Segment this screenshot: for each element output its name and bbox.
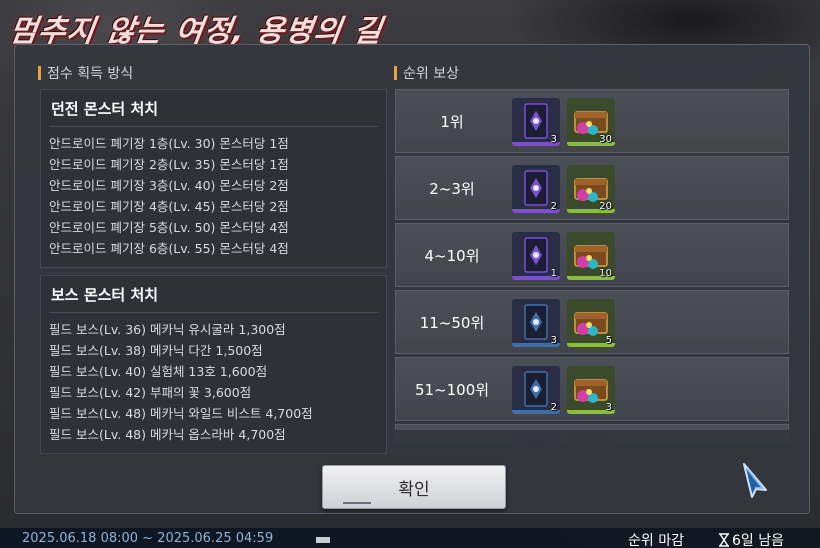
rank-row: 11~50위 3 5 [395, 290, 789, 354]
card-reward-icon[interactable]: 1 [512, 232, 560, 280]
period-mark [316, 537, 330, 543]
header-accent-bar [394, 66, 397, 80]
score-row: 안드로이드 폐기장 3층(Lv. 40) 몬스터당 2점 [49, 178, 289, 193]
list-fade [395, 430, 789, 444]
rank-label: 51~100위 [414, 380, 490, 399]
rank-label: 1위 [440, 112, 464, 131]
card-count: 1 [550, 268, 557, 279]
rank-row: 51~100위 2 3 [395, 357, 789, 421]
rank-label: 4~10위 [424, 246, 480, 265]
chest-reward-icon[interactable]: 20 [567, 165, 615, 213]
card-count: 2 [550, 402, 557, 413]
chest-count: 3 [605, 402, 612, 413]
score-row: 안드로이드 폐기장 5층(Lv. 50) 몬스터당 4점 [49, 220, 289, 235]
rank-label: 2~3위 [429, 179, 475, 198]
card-reward-icon[interactable]: 2 [512, 366, 560, 414]
remaining-time: 6일 남음 [718, 530, 784, 548]
card-count: 3 [550, 335, 557, 346]
dungeon-card: 던전 몬스터 처치 안드로이드 폐기장 1층(Lv. 30) 몬스터당 1점 안… [40, 89, 387, 268]
score-list[interactable]: 던전 몬스터 처치 안드로이드 폐기장 1층(Lv. 30) 몬스터당 1점 안… [40, 89, 387, 461]
card-reward-icon[interactable]: 3 [512, 299, 560, 347]
confirm-button-label: 확인 [398, 479, 430, 500]
rank-row: 1위 3 30 [395, 89, 789, 153]
chest-reward-icon[interactable]: 30 [567, 98, 615, 146]
rank-label: 11~50위 [419, 313, 485, 332]
card-count: 2 [550, 201, 557, 212]
score-row: 필드 보스(Lv. 40) 실험체 13호 1,600점 [49, 364, 268, 379]
score-row: 필드 보스(Lv. 48) 메카닉 와일드 비스트 4,700점 [49, 406, 313, 421]
score-row: 안드로이드 폐기장 1층(Lv. 30) 몬스터당 1점 [49, 136, 289, 151]
header-accent-bar [38, 66, 41, 80]
confirm-button[interactable]: 확인 [322, 465, 506, 509]
chest-count: 20 [599, 201, 612, 212]
chest-reward-icon[interactable]: 10 [567, 232, 615, 280]
score-row: 필드 보스(Lv. 38) 메카닉 다간 1,500점 [49, 343, 263, 358]
card-reward-icon[interactable]: 2 [512, 165, 560, 213]
pointer-cursor-icon [743, 463, 767, 498]
dungeon-card-title: 던전 몬스터 처치 [49, 98, 378, 127]
rank-section-title: 순위 보상 [403, 66, 459, 82]
score-section-title: 점수 획득 방식 [47, 66, 134, 82]
rank-row: 4~10위 1 10 [395, 223, 789, 287]
event-period: 2025.06.18 08:00 ~ 2025.06.25 04:59 [22, 531, 274, 546]
chest-count: 10 [599, 268, 612, 279]
boss-card: 보스 몬스터 처치 필드 보스(Lv. 36) 메카닉 유시굴라 1,300점 … [40, 275, 387, 454]
deadline-label: 순위 마감 [628, 533, 684, 548]
chest-reward-icon[interactable]: 3 [567, 366, 615, 414]
hourglass-icon [719, 533, 729, 547]
boss-card-title: 보스 몬스터 처치 [49, 284, 378, 313]
card-count: 3 [550, 134, 557, 145]
score-row: 필드 보스(Lv. 48) 메카닉 옵스라바 4,700점 [49, 427, 286, 442]
chest-reward-icon[interactable]: 5 [567, 299, 615, 347]
rank-section-header: 순위 보상 [394, 63, 459, 83]
chest-count: 5 [605, 335, 612, 346]
card-reward-icon[interactable]: 3 [512, 98, 560, 146]
score-row: 필드 보스(Lv. 36) 메카닉 유시굴라 1,300점 [49, 322, 286, 337]
rank-reward-list[interactable]: 1위 3 30 2~3위 2 20 4~10위 1 10 11~50위 3 5 51~100위 2 3 [395, 89, 789, 444]
score-row: 필드 보스(Lv. 42) 부패의 꽃 3,600점 [49, 385, 252, 400]
score-row: 안드로이드 폐기장 6층(Lv. 55) 몬스터당 4점 [49, 241, 289, 256]
score-row: 안드로이드 폐기장 4층(Lv. 45) 몬스터당 2점 [49, 199, 289, 214]
rank-row: 2~3위 2 20 [395, 156, 789, 220]
score-row: 안드로이드 폐기장 2층(Lv. 35) 몬스터당 1점 [49, 157, 289, 172]
remaining-text: 6일 남음 [732, 533, 784, 548]
score-section-header: 점수 획득 방식 [38, 63, 133, 83]
chest-count: 30 [599, 134, 612, 145]
button-underline [343, 502, 371, 504]
